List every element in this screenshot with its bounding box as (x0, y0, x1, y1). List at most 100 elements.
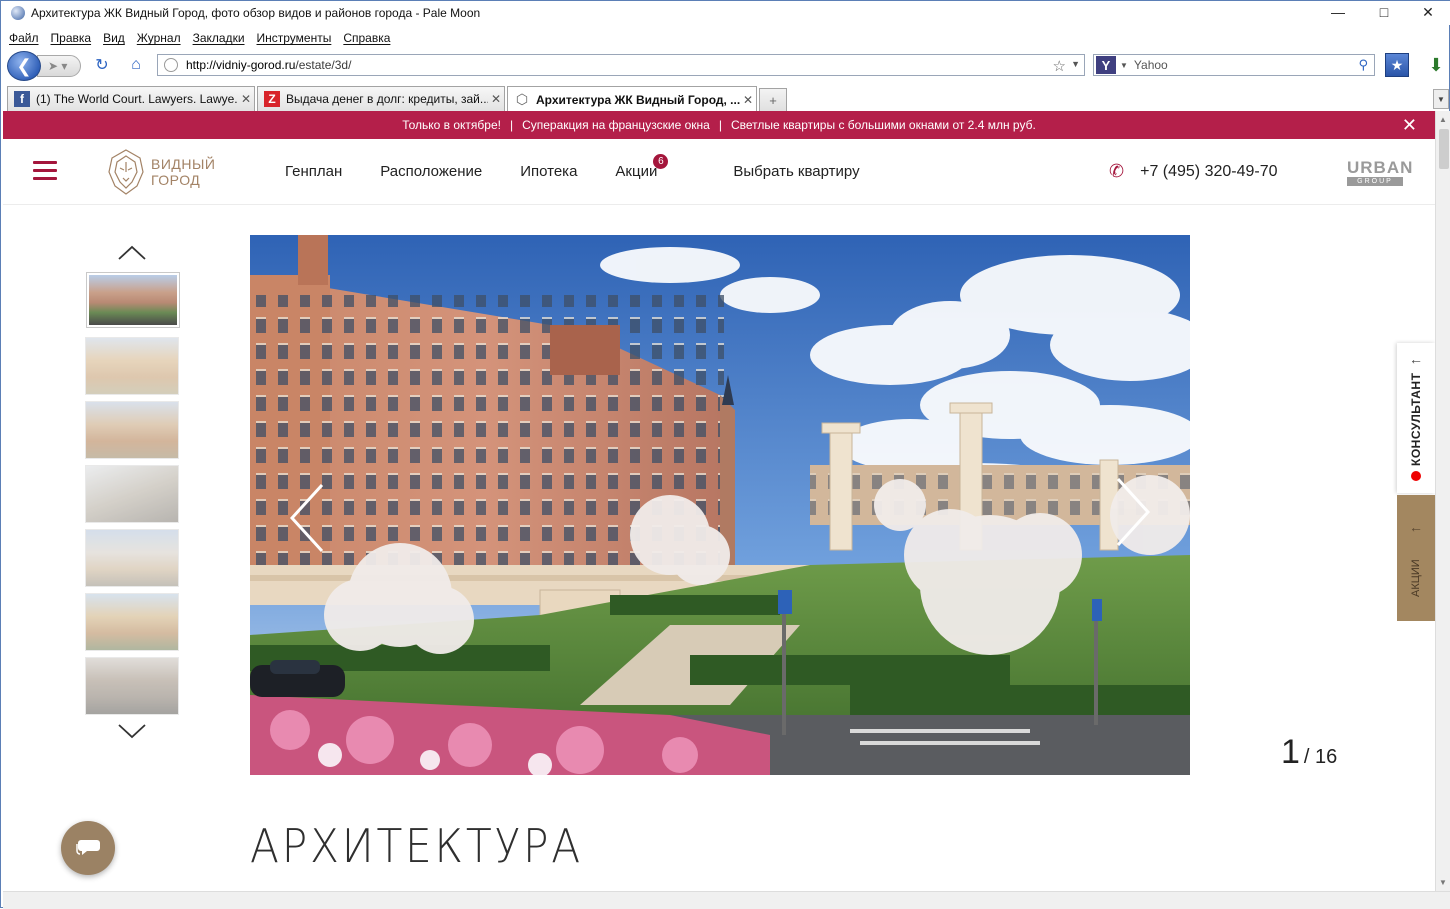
scroll-down-icon[interactable]: ▼ (1439, 878, 1447, 887)
promo-text-3: Светлые квартиры с большими окнами от 2.… (730, 118, 1036, 132)
phone-link[interactable]: ✆ +7 (495) 320-49-70 (1109, 161, 1278, 182)
chat-bubble-icon (76, 840, 100, 855)
consultant-label: КОНСУЛЬТАНТ (1409, 372, 1423, 466)
hamburger-menu-icon[interactable] (33, 161, 57, 181)
urban-logo-subtext: GROUP (1347, 177, 1403, 186)
thumbnail-1[interactable] (86, 272, 180, 328)
menu-history[interactable]: Журнал (137, 31, 181, 45)
promo-text-1: Только в октябре! (402, 118, 501, 132)
menu-tools[interactable]: Инструменты (257, 31, 332, 45)
maximize-button[interactable]: □ (1361, 1, 1407, 23)
page-viewport: Только в октябре! | Суперакция на францу… (3, 111, 1435, 891)
consultant-tab[interactable]: ← КОНСУЛЬТАНТ (1397, 343, 1435, 493)
menu-edit[interactable]: Правка (51, 31, 92, 45)
logo-text-line1: ВИДНЫЙ (151, 156, 216, 172)
title-bar: Архитектура ЖК Видный Город, фото обзор … (1, 1, 1450, 25)
menu-bar: Файл Правка Вид Журнал Закладки Инструме… (1, 28, 402, 48)
back-arrow-icon: ❮ (16, 55, 32, 76)
plus-icon: + (769, 92, 777, 108)
promo-close-icon[interactable]: ✕ (1402, 116, 1417, 134)
thumbnails-up-icon[interactable] (117, 245, 147, 261)
forward-arrow-icon: ➤ (48, 59, 59, 73)
close-tab-icon[interactable]: ✕ (238, 92, 254, 106)
tab-title: Архитектура ЖК Видный Город, ... (536, 92, 740, 107)
thumbnail-3[interactable] (85, 401, 179, 459)
yahoo-icon[interactable]: Y (1096, 56, 1116, 74)
nav-mortgage[interactable]: Ипотека (520, 163, 577, 180)
main-nav: Генплан Расположение Ипотека Акции 6 Выбр… (285, 154, 898, 180)
back-button[interactable]: ❮ (7, 51, 41, 81)
promotions-tab[interactable]: ← АКЦИИ (1397, 495, 1435, 621)
arrow-left-icon: ← (1409, 351, 1423, 367)
nav-location[interactable]: Расположение (380, 163, 482, 180)
home-icon[interactable]: ⌂ (125, 55, 147, 75)
arrow-left-icon: ← (1409, 519, 1423, 535)
bookmarks-button[interactable]: ★ (1385, 53, 1409, 77)
minimize-button[interactable]: — (1315, 1, 1361, 23)
phone-icon: ✆ (1109, 161, 1125, 181)
close-window-button[interactable]: ✕ (1405, 1, 1450, 23)
menu-view[interactable]: Вид (103, 31, 125, 45)
url-dropdown-icon[interactable]: ▼ (1071, 59, 1080, 69)
gallery-prev-icon[interactable] (288, 483, 324, 553)
urban-logo-text: URBAN (1347, 158, 1414, 177)
chat-button[interactable] (61, 821, 115, 875)
menu-help[interactable]: Справка (343, 31, 390, 45)
bookmark-star-icon[interactable]: ☆ (1053, 57, 1066, 75)
thumbnail-2[interactable] (85, 337, 179, 395)
thumbnail-5[interactable] (85, 529, 179, 587)
tab-title: Выдача денег в долг: кредиты, зай... (286, 92, 488, 106)
nav-choose-apartment[interactable]: Выбрать квартиру (733, 163, 859, 180)
reload-icon[interactable]: ↻ (91, 55, 113, 75)
site-header: ВИДНЫЙ ГОРОД Генплан Расположение Ипотек… (3, 139, 1435, 205)
scroll-up-icon[interactable]: ▲ (1439, 115, 1447, 124)
url-path: /estate/3d/ (295, 58, 352, 72)
site-logo[interactable]: ВИДНЫЙ ГОРОД (107, 145, 227, 199)
bookmarks-star-icon: ★ (1390, 56, 1404, 73)
tab-facebook[interactable]: f (1) The World Court. Lawyers. Lawye...… (7, 86, 255, 111)
tab-loans[interactable]: Z Выдача денег в долг: кредиты, зай... ✕ (257, 86, 505, 111)
nav-promotions-label: Акции (615, 163, 658, 180)
scrollbar-thumb[interactable] (1439, 129, 1449, 169)
logo-text-line2: ГОРОД (151, 172, 201, 188)
urban-group-logo[interactable]: URBAN GROUP (1347, 158, 1414, 186)
downloads-button[interactable]: ⬇ (1425, 53, 1447, 77)
search-engine-dropdown-icon[interactable]: ▼ (1120, 61, 1128, 70)
z-icon: Z (264, 91, 280, 107)
thumbnails-down-icon[interactable] (117, 723, 147, 739)
search-bar[interactable]: Y ▼ Yahoo ⚲ (1093, 54, 1375, 76)
thumbnail-6[interactable] (85, 593, 179, 651)
site-icon: ⬡ (515, 91, 529, 107)
url-bar[interactable]: http://vidniy-gorod.ru/estate/3d/ ☆ ▼ (157, 54, 1085, 76)
new-tab-button[interactable]: + (759, 88, 787, 111)
thumbnail-4[interactable] (85, 465, 179, 523)
promotions-count-badge: 6 (653, 154, 669, 169)
nav-promotions[interactable]: Акции 6 (615, 154, 695, 180)
tab-architecture[interactable]: ⬡ Архитектура ЖК Видный Город, ... ✕ (507, 86, 757, 112)
online-status-dot (1411, 471, 1421, 481)
vertical-scrollbar[interactable]: ▲ ▼ (1435, 111, 1450, 891)
gallery-current-index: 1 (1281, 733, 1300, 771)
window-title: Архитектура ЖК Видный Город, фото обзор … (31, 6, 481, 20)
gallery-counter: 1 / 16 (1281, 733, 1337, 772)
lion-logo-icon (108, 149, 144, 195)
promo-bar[interactable]: Только в октябре! | Суперакция на францу… (3, 111, 1435, 139)
forward-button[interactable]: ➤ ▾ (37, 55, 81, 77)
tab-list-button[interactable]: ▼ (1433, 89, 1449, 109)
nav-genplan[interactable]: Генплан (285, 163, 342, 180)
search-icon[interactable]: ⚲ (1358, 57, 1368, 73)
promotions-label: АКЦИИ (1410, 559, 1422, 597)
page-title: АРХИТЕКТУРА (250, 819, 583, 873)
tab-title: (1) The World Court. Lawyers. Lawye... (36, 92, 238, 106)
search-input[interactable]: Yahoo (1134, 58, 1168, 72)
site-identity-icon[interactable] (164, 58, 178, 72)
close-tab-icon[interactable]: ✕ (740, 93, 756, 107)
close-tab-icon[interactable]: ✕ (488, 92, 504, 106)
facebook-icon: f (14, 91, 30, 107)
url-host: http://vidniy-gorod.ru (186, 58, 296, 72)
menu-file[interactable]: Файл (9, 31, 39, 45)
menu-bookmarks[interactable]: Закладки (193, 31, 245, 45)
thumbnail-7[interactable] (85, 657, 179, 715)
gallery-next-icon[interactable] (1116, 477, 1152, 547)
gallery-main-image[interactable] (250, 235, 1190, 775)
